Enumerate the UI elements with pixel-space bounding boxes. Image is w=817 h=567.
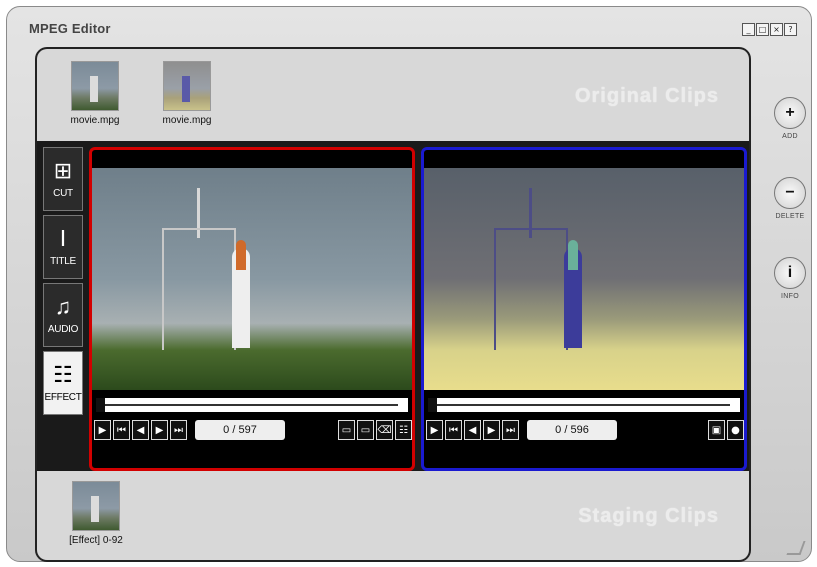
tab-title[interactable]: Ⅰ TITLE (43, 215, 83, 279)
tab-effect[interactable]: ☷ EFFECT (43, 351, 83, 415)
play-button[interactable]: ▶ (426, 420, 443, 440)
step-back-button[interactable]: ◀ (132, 420, 149, 440)
clip-name: movie.mpg (162, 115, 212, 126)
clip-thumbnail (163, 61, 211, 111)
tab-audio[interactable]: ♫ AUDIO (43, 283, 83, 347)
mark-out-button[interactable]: ▭ (357, 420, 374, 440)
preview-viewer: ▶ ⏮ ◀ ▶ ⏭ 0 / 596 ▣ ● (421, 147, 747, 471)
effect-list-icon: ☷ (53, 362, 73, 387)
clip-item[interactable]: movie.mpg (147, 61, 227, 126)
original-viewer: ▶ ⏮ ◀ ▶ ⏭ 0 / 597 ▭ ▭ ⌫ ☷ (89, 147, 415, 471)
mode-tabs: ⊞ CUT Ⅰ TITLE ♫ AUDIO ☷ EFFECT (37, 141, 83, 471)
add-label: ADD (782, 133, 798, 140)
go-start-button[interactable]: ⏮ (445, 420, 462, 440)
close-button[interactable]: × (770, 23, 783, 36)
play-button[interactable]: ▶ (94, 420, 111, 440)
seek-handle[interactable] (428, 398, 437, 412)
clip-item[interactable]: [Effect] 0-92 (51, 481, 141, 546)
clip-item[interactable]: movie.mpg (55, 61, 135, 126)
effect-list-button[interactable]: ☷ (395, 420, 412, 440)
add-button[interactable]: + ADD (767, 97, 813, 140)
film-cut-icon: ⊞ (53, 158, 73, 183)
step-forward-button[interactable]: ▶ (483, 420, 500, 440)
clip-name: [Effect] 0-92 (69, 535, 123, 546)
clip-name: movie.mpg (70, 115, 120, 126)
plus-icon: + (774, 97, 806, 129)
minus-icon: − (774, 177, 806, 209)
original-clips-area: movie.mpg movie.mpg Original Clips (37, 49, 749, 141)
seek-bar[interactable] (428, 398, 740, 412)
go-end-button[interactable]: ⏭ (170, 420, 187, 440)
original-clips-label: Original Clips (574, 85, 719, 107)
mark-in-button[interactable]: ▭ (338, 420, 355, 440)
save-button[interactable]: ▣ (708, 420, 725, 440)
video-frame (92, 168, 412, 390)
music-disc-icon: ♫ (54, 294, 72, 319)
delete-button[interactable]: − DELETE (767, 177, 813, 220)
editor-panel: movie.mpg movie.mpg Original Clips ⊞ CUT… (35, 47, 751, 562)
clip-thumbnail (72, 481, 120, 531)
step-forward-button[interactable]: ▶ (151, 420, 168, 440)
go-start-button[interactable]: ⏮ (113, 420, 130, 440)
frame-counter: 0 / 596 (527, 420, 617, 440)
tab-cut[interactable]: ⊞ CUT (43, 147, 83, 211)
video-frame (424, 168, 744, 390)
frame-counter: 0 / 597 (195, 420, 285, 440)
playback-controls: ▶ ⏮ ◀ ▶ ⏭ 0 / 596 ▣ ● (426, 418, 744, 442)
staging-clips-label: Staging Clips (578, 505, 719, 527)
playback-controls: ▶ ⏮ ◀ ▶ ⏭ 0 / 597 ▭ ▭ ⌫ ☷ (94, 418, 412, 442)
step-back-button[interactable]: ◀ (464, 420, 481, 440)
info-icon: i (774, 257, 806, 289)
clip-thumbnail (71, 61, 119, 111)
resize-grip[interactable] (786, 541, 806, 555)
title-icon: Ⅰ (59, 226, 67, 251)
record-button[interactable]: ● (727, 420, 744, 440)
app-window: MPEG Editor _ □ × ? movie.mpg movie.mpg … (6, 6, 812, 562)
window-controls: _ □ × ? (742, 23, 797, 36)
maximize-button[interactable]: □ (756, 23, 769, 36)
minimize-button[interactable]: _ (742, 23, 755, 36)
seek-bar[interactable] (96, 398, 408, 412)
seek-handle[interactable] (96, 398, 105, 412)
info-label: INFO (781, 293, 799, 300)
eraser-button[interactable]: ⌫ (376, 420, 393, 440)
staging-clips-area: [Effect] 0-92 Staging Clips (37, 471, 749, 560)
help-button[interactable]: ? (784, 23, 797, 36)
info-button[interactable]: i INFO (767, 257, 813, 300)
window-title: MPEG Editor (29, 21, 111, 36)
delete-label: DELETE (775, 213, 805, 220)
go-end-button[interactable]: ⏭ (502, 420, 519, 440)
